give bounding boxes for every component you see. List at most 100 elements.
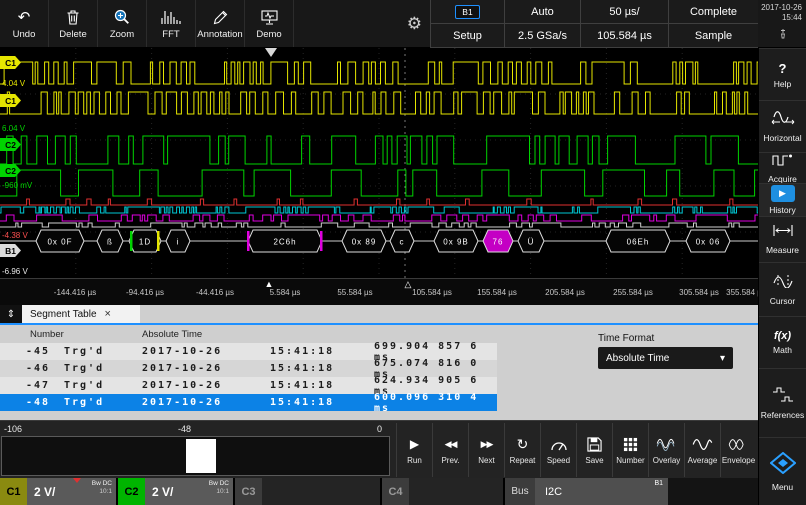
channel-c2-settings[interactable]: 2 V/ Bw DC 10:1 — [145, 478, 233, 505]
table-row-selected[interactable]: -48 Trg'd 2017-10-26 15:41:18 600.096 31… — [0, 394, 497, 411]
history-slider: -106 -48 0 — [0, 421, 392, 479]
acquisition-mode-cell[interactable]: Sample — [668, 24, 758, 48]
references-icon — [772, 387, 794, 407]
c2-probe: 10:1 — [216, 488, 229, 496]
envelope-icon — [728, 435, 749, 453]
column-number: Number — [30, 329, 64, 340]
next-button[interactable]: ▶▶ Next — [468, 423, 504, 477]
overlay-button[interactable]: Overlay — [648, 423, 684, 477]
cursor-icon — [772, 274, 794, 293]
time-label: -144.416 µs — [54, 288, 96, 297]
setup-cell[interactable]: Setup — [430, 24, 504, 48]
time-label: 355.584 µs — [726, 288, 758, 297]
run-button[interactable]: ▶ Run — [396, 423, 432, 477]
sidebar-item-references[interactable]: References — [759, 368, 806, 437]
bus-b1-status-cell[interactable]: B1 — [430, 0, 504, 24]
waveform-display[interactable]: 0x 0F ß 1D i 2C6h 0x 89 c 0x 9B 76 Ü 06E… — [0, 48, 758, 305]
cell-time: 15:41:18 — [270, 380, 374, 391]
reference-time-marker[interactable]: △ — [405, 279, 412, 290]
repeat-button[interactable]: ↻ Repeat — [504, 423, 540, 477]
sidebar-item-horizontal[interactable]: Horizontal — [759, 100, 806, 152]
demo-label: Demo — [256, 29, 281, 40]
save-button[interactable]: Save — [576, 423, 612, 477]
channel-c1-settings[interactable]: 2 V/ Bw DC 10:1 — [27, 478, 116, 505]
waveform-canvas: 0x 0F ß 1D i 2C6h 0x 89 c 0x 9B 76 Ü 06E… — [0, 48, 758, 305]
sample-rate-cell[interactable]: 2.5 GSa/s — [504, 24, 580, 48]
table-rows: -45 Trg'd 2017-10-26 15:41:18 699.904 85… — [0, 343, 497, 411]
sidebar-item-help[interactable]: ? Help — [759, 48, 806, 100]
channel-c3-settings[interactable] — [262, 478, 380, 505]
envelope-button[interactable]: Envelope — [720, 423, 756, 477]
number-icon — [623, 435, 638, 453]
channel-c4-settings[interactable] — [409, 478, 503, 505]
horizontal-position-cell[interactable]: 105.584 µs — [580, 24, 668, 48]
number-label: Number — [616, 456, 644, 465]
average-label: Average — [688, 456, 718, 465]
average-icon — [692, 435, 713, 453]
tab-close-icon[interactable]: × — [105, 308, 111, 320]
prev-button[interactable]: ◀◀ Prev. — [432, 423, 468, 477]
time-label: 255.584 µs — [613, 288, 653, 297]
average-button[interactable]: Average — [684, 423, 720, 477]
repeat-label: Repeat — [510, 456, 536, 465]
bus-protocol: I2C — [545, 486, 562, 498]
sidebar-item-cursor[interactable]: Cursor — [759, 262, 806, 316]
annotation-button[interactable]: Annotation — [196, 0, 245, 47]
bus-value: 2C6h — [273, 238, 296, 247]
slider-track[interactable] — [1, 436, 390, 476]
time-format-dropdown[interactable]: Absolute Time ▾ — [598, 347, 733, 369]
sidebar-item-menu[interactable]: Menu — [759, 437, 806, 505]
slider-handle[interactable] — [186, 439, 216, 473]
time-label: 5.584 µs — [270, 288, 301, 297]
trigger-mode-cell[interactable]: Auto — [504, 0, 580, 24]
channel-c4-tab[interactable]: C4 — [382, 478, 409, 505]
segment-table-tab[interactable]: Segment Table × — [22, 305, 140, 323]
bus-value: c — [400, 238, 405, 247]
channel-c3-tab[interactable]: C3 — [235, 478, 262, 505]
prev-label: Prev. — [441, 456, 459, 465]
menu-label: Menu — [772, 482, 793, 492]
fft-button[interactable]: FFT — [147, 0, 196, 47]
bus-settings[interactable]: I2C B1 — [535, 478, 668, 505]
demo-button[interactable]: Demo — [245, 0, 294, 47]
bus-value: Ü — [528, 238, 535, 247]
time-text: 15:44 — [782, 13, 802, 22]
c1-coupling: Bw DC — [92, 480, 112, 488]
number-button[interactable]: Number — [612, 423, 648, 477]
acquisition-state-cell[interactable]: Complete — [668, 0, 758, 24]
column-absolute-time: Absolute Time — [142, 329, 202, 340]
speed-button[interactable]: Speed — [540, 423, 576, 477]
panel-collapse-button[interactable]: ⇕ — [0, 305, 22, 323]
segment-table-panel: ⇕ Segment Table × Number Absolute Time -… — [0, 305, 758, 420]
cell-date: 2017-10-26 — [142, 380, 270, 391]
cell-state: Trg'd — [64, 346, 136, 357]
sidebar-item-measure[interactable]: Measure — [759, 216, 806, 262]
bus-value: 0x 9B — [443, 238, 468, 247]
delete-button[interactable]: Delete — [49, 0, 98, 47]
channel-c2-tab[interactable]: C2 — [118, 478, 145, 505]
play-icon: ▶ — [779, 188, 786, 199]
undo-button[interactable]: ↶ Undo — [0, 0, 49, 47]
settings-gear-button[interactable]: ⚙ — [407, 14, 422, 34]
cell-date: 2017-10-26 — [142, 363, 270, 374]
run-icon: ▶ — [410, 435, 419, 453]
c1-probe: 10:1 — [99, 488, 112, 496]
time-label: 55.584 µs — [337, 288, 372, 297]
sidebar-item-math[interactable]: f(x) Math — [759, 316, 806, 368]
trigger-source-icon — [73, 478, 81, 483]
overlay-label: Overlay — [653, 456, 681, 465]
cell-time: 15:41:18 — [270, 346, 374, 357]
bus-tab[interactable]: Bus — [505, 478, 535, 505]
bus-value: 0x 06 — [696, 238, 721, 247]
undo-label: Undo — [13, 29, 36, 40]
sidebar-item-history[interactable]: ▶ History — [759, 183, 806, 216]
channel-c1-tab[interactable]: C1 — [0, 478, 27, 505]
pencil-icon — [212, 7, 229, 27]
voltage-label: 4.04 V — [2, 79, 25, 88]
trigger-position-marker[interactable] — [265, 48, 277, 57]
timebase-cell[interactable]: 50 µs/ — [580, 0, 668, 24]
sidebar-item-acquire[interactable]: Acquire — [759, 152, 806, 183]
status-grid: B1 Auto 50 µs/ Complete Setup 2.5 GSa/s … — [430, 0, 758, 47]
zoom-button[interactable]: Zoom — [98, 0, 147, 47]
voltage-label: -6.96 V — [2, 267, 28, 276]
